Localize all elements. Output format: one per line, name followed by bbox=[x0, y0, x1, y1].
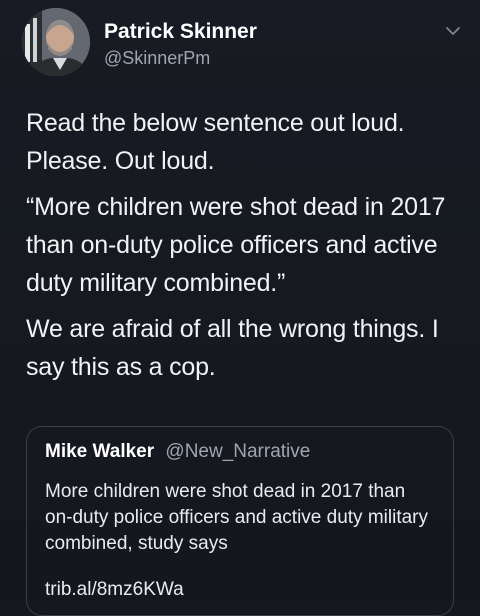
author-avatar[interactable] bbox=[22, 8, 90, 76]
tweet-header: Patrick Skinner @SkinnerPm bbox=[22, 6, 462, 78]
quoted-author-handle[interactable]: @New_Narrative bbox=[165, 441, 310, 462]
tweet-paragraph: We are afraid of all the wrong things. I… bbox=[26, 315, 439, 381]
quoted-tweet-card[interactable]: Mike Walker @New_Narrative More children… bbox=[26, 426, 454, 616]
author-avatar-image bbox=[22, 8, 90, 76]
quoted-tweet-header: Mike Walker @New_Narrative bbox=[45, 441, 310, 463]
quoted-tweet-text: More children were shot dead in 2017 tha… bbox=[45, 481, 428, 554]
tweet-paragraph: “More children were shot dead in 2017 th… bbox=[26, 193, 446, 297]
quoted-tweet-link[interactable]: trib.al/8mz6KWa bbox=[45, 579, 184, 601]
chevron-down-icon[interactable] bbox=[444, 22, 462, 40]
author-name[interactable]: Patrick Skinner bbox=[104, 20, 257, 44]
tweet-body: Read the below sentence out loud. Please… bbox=[26, 104, 466, 386]
quoted-author-name[interactable]: Mike Walker bbox=[45, 441, 154, 462]
tweet-paragraph: Read the below sentence out loud. Please… bbox=[26, 109, 405, 175]
author-handle[interactable]: @SkinnerPm bbox=[104, 48, 210, 69]
tweet-screen: Patrick Skinner @SkinnerPm Read the belo… bbox=[0, 0, 480, 616]
